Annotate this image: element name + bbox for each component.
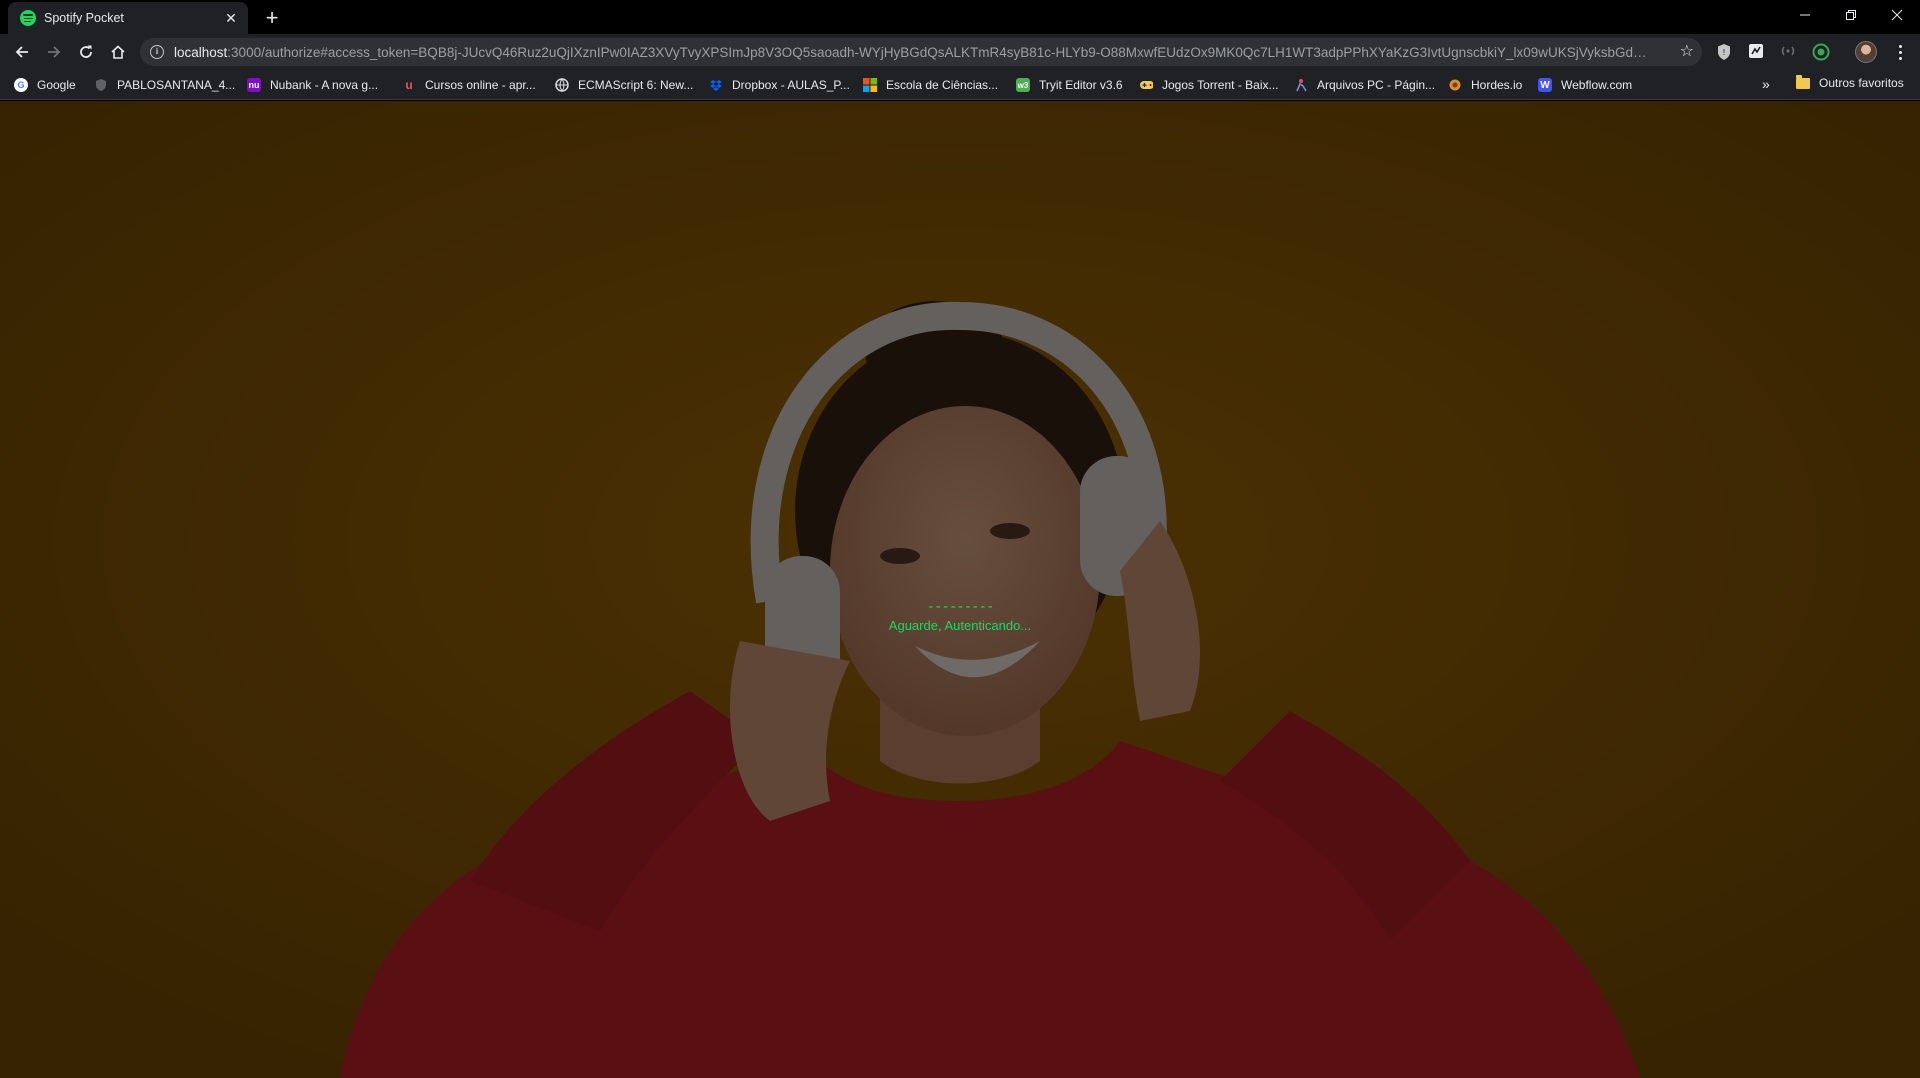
loading-indicator: --------- bbox=[926, 599, 995, 615]
home-icon bbox=[111, 45, 125, 59]
restore-button[interactable] bbox=[1828, 0, 1874, 30]
star-icon[interactable]: ☆ bbox=[1680, 43, 1694, 61]
address-bar[interactable]: i localhost:3000/authorize#access_token=… bbox=[140, 38, 1702, 66]
bookmark-tryit-editor[interactable]: w3 Tryit Editor v3.6 bbox=[1016, 76, 1123, 94]
info-icon[interactable]: i bbox=[150, 45, 164, 59]
bookmark-escola-ciencias[interactable]: Escola de Ciências... bbox=[863, 76, 998, 94]
tab-close-icon[interactable]: ✕ bbox=[222, 9, 240, 27]
udemy-icon: u bbox=[405, 78, 413, 92]
url-text[interactable]: localhost:3000/authorize#access_token=BQ… bbox=[174, 45, 1654, 60]
auth-loader: --------- Aguarde, Autenticando... bbox=[0, 599, 1920, 633]
bookmark-webflow[interactable]: W Webflow.com bbox=[1538, 76, 1632, 94]
webflow-icon: W bbox=[1538, 78, 1552, 92]
tab-spotify-pocket[interactable]: Spotify Pocket ✕ bbox=[8, 2, 248, 34]
svg-text:!: ! bbox=[1722, 48, 1725, 57]
back-button[interactable] bbox=[8, 38, 36, 66]
bookmark-nubank[interactable]: nu Nubank - A nova g... bbox=[247, 76, 378, 94]
gamepad-icon bbox=[1139, 78, 1153, 92]
close-icon bbox=[1891, 9, 1903, 21]
home-button[interactable] bbox=[104, 38, 132, 66]
chrome-menu-icon[interactable] bbox=[1890, 42, 1910, 62]
browser-toolbar: i localhost:3000/authorize#access_token=… bbox=[0, 34, 1920, 70]
folder-icon bbox=[1796, 74, 1810, 89]
dropbox-icon bbox=[709, 78, 723, 92]
minimize-button[interactable] bbox=[1782, 0, 1828, 30]
hordes-icon bbox=[1448, 78, 1462, 92]
bookmark-dropbox[interactable]: Dropbox - AULAS_P... bbox=[709, 76, 850, 94]
other-bookmarks-folder[interactable]: Outros favoritos bbox=[1796, 74, 1904, 90]
bookmark-cursos-online[interactable]: u Cursos online - apr... bbox=[402, 76, 535, 94]
reload-button[interactable] bbox=[72, 38, 100, 66]
reload-icon bbox=[80, 45, 92, 58]
bookmark-jogos-torrent[interactable]: Jogos Torrent - Baix... bbox=[1139, 76, 1279, 94]
bookmark-google[interactable]: G Google bbox=[14, 76, 76, 94]
bookmark-ecmascript[interactable]: ECMAScript 6: New... bbox=[555, 76, 693, 94]
arquivos-icon bbox=[1294, 78, 1308, 92]
page-content: --------- Aguarde, Autenticando... bbox=[0, 101, 1920, 1078]
new-tab-button[interactable]: + bbox=[258, 4, 286, 32]
google-icon: G bbox=[14, 78, 28, 92]
restore-icon bbox=[1846, 10, 1856, 20]
tab-title: Spotify Pocket bbox=[44, 11, 124, 25]
bookmarks-overflow-icon[interactable]: » bbox=[1762, 76, 1770, 92]
shield-icon bbox=[94, 78, 108, 92]
broadcast-extension-icon[interactable] bbox=[1780, 43, 1798, 61]
clipboard-extension-icon[interactable] bbox=[1748, 43, 1766, 61]
dark-overlay bbox=[0, 101, 1920, 1078]
shield-extension-icon[interactable]: ! bbox=[1716, 43, 1734, 61]
forward-button[interactable] bbox=[40, 38, 68, 66]
w3schools-icon: w3 bbox=[1016, 78, 1030, 92]
target-extension-icon[interactable] bbox=[1812, 43, 1830, 61]
bookmark-hordes[interactable]: Hordes.io bbox=[1448, 76, 1522, 94]
minimize-icon bbox=[1800, 14, 1810, 16]
auth-status-text: Aguarde, Autenticando... bbox=[888, 618, 1032, 633]
spotify-icon bbox=[20, 10, 36, 26]
arrow-left-icon bbox=[15, 46, 28, 58]
bookmark-arquivos-pc[interactable]: Arquivos PC - Págin... bbox=[1294, 76, 1435, 94]
close-window-button[interactable] bbox=[1874, 0, 1920, 30]
globe-icon bbox=[555, 78, 569, 92]
tab-strip: Spotify Pocket ✕ + bbox=[0, 0, 1920, 34]
bookmark-pablosantana[interactable]: PABLOSANTANA_4... bbox=[94, 76, 235, 94]
microsoft-icon bbox=[863, 78, 877, 92]
profile-avatar[interactable] bbox=[1855, 41, 1877, 63]
bookmarks-bar: G Google PABLOSANTANA_4... nu Nubank - A… bbox=[0, 70, 1920, 100]
nubank-icon: nu bbox=[247, 78, 261, 92]
arrow-right-icon bbox=[48, 46, 61, 58]
